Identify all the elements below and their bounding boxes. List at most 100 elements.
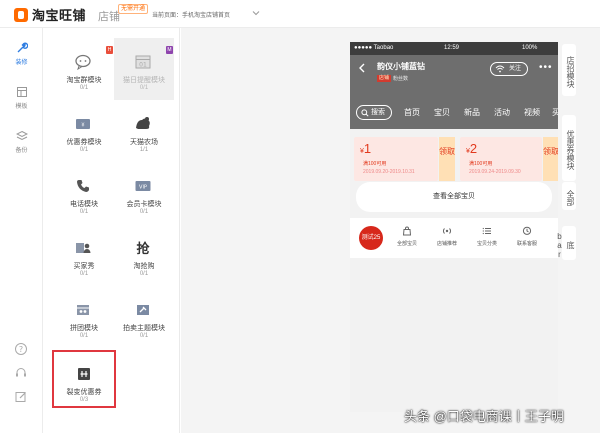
module-name: 天猫农场: [130, 139, 158, 146]
follow-label: 关注: [508, 66, 521, 72]
module-fission-coupon[interactable]: 裂变优惠券 0/3: [52, 350, 116, 408]
coupon-condition: 满100可用: [469, 161, 493, 167]
phone-icon: [72, 176, 94, 196]
right-tab-header-module[interactable]: 店招模块: [562, 44, 576, 96]
bag-icon: [402, 226, 412, 236]
module-name: 买家秀: [73, 263, 95, 270]
module-name: 优惠券模块: [66, 139, 102, 146]
shop-fans-label: 粉丝数: [393, 76, 409, 82]
right-tab-all[interactable]: 全部: [562, 182, 576, 210]
module-vip-card[interactable]: VIP 会员卡模块 0/1: [114, 162, 174, 224]
flash-sale-icon: 抢: [132, 238, 154, 258]
coupon-card[interactable]: ¥1 满100可用 2019.09.20-2019.10.31: [354, 137, 438, 181]
module-reminder[interactable]: M 01 猫日提醒模块 0/1: [114, 38, 174, 100]
coupon-amount: ¥2: [466, 141, 478, 156]
search-icon: [361, 109, 369, 117]
module-count: 0/3: [79, 397, 89, 403]
coupon-icon: ¥: [72, 114, 94, 134]
farm-icon: [132, 114, 154, 134]
module-buyer-show[interactable]: 买家秀 0/1: [54, 224, 114, 286]
module-count: 0/1: [79, 209, 89, 215]
module-name: 猫日提醒模块: [123, 77, 165, 84]
more-icon[interactable]: •••: [539, 63, 553, 73]
svg-text:VIP: VIP: [139, 185, 147, 191]
nav-item-buy[interactable]: 买: [552, 107, 558, 118]
svg-text:抢: 抢: [136, 241, 150, 256]
app-logo[interactable]: 淘宝旺铺: [14, 5, 86, 24]
right-tab-bottom-bar[interactable]: 底bar: [555, 226, 576, 260]
module-flash-sale[interactable]: 抢 淘抢购 0/1: [114, 224, 174, 286]
rail-item-backup[interactable]: 备份: [0, 130, 43, 154]
module-count: 0/1: [79, 271, 89, 277]
nav-item-new[interactable]: 新品: [464, 107, 480, 118]
signal-icon: [495, 65, 505, 73]
fission-coupon-icon: [73, 364, 95, 384]
auction-icon: [132, 300, 154, 320]
modules-panel: H 淘宝群模块 0/1 M 01 猫日提醒模块 0/1 ¥ 优惠券模块 0/1 …: [44, 28, 180, 433]
tab-all-items[interactable]: 全部宝贝: [392, 226, 422, 247]
shop-level-badge: 店铺: [377, 75, 392, 82]
chat-icon: [522, 226, 532, 235]
claim-coupon-button[interactable]: 领取: [439, 137, 455, 181]
coupon-row: ¥1 满100可用 2019.09.20-2019.10.31 领取 ¥2 满1…: [350, 137, 558, 181]
status-battery: 100%: [522, 45, 538, 51]
follow-button[interactable]: 关注: [490, 62, 528, 76]
watermark: 头条 @口袋电商课丨王子明: [404, 409, 564, 424]
tab-shop-recommend[interactable]: 店铺推荐: [432, 226, 462, 247]
module-auction[interactable]: 拍卖主题模块 0/1: [114, 286, 174, 348]
status-carrier: ●●●●● Taobao: [354, 45, 394, 51]
back-arrow-icon[interactable]: [358, 63, 366, 73]
nav-item-events[interactable]: 活动: [494, 107, 510, 118]
current-page-selector[interactable]: 当前页面：手机淘宝店铺首页: [152, 10, 230, 19]
module-name: 拍卖主题模块: [123, 325, 165, 332]
nav-item-home[interactable]: 首页: [404, 107, 420, 118]
app-title: 淘宝旺铺: [32, 8, 87, 23]
coupon-date: 2019.09.20-2019.10.31: [363, 169, 415, 175]
status-time: 12:59: [444, 45, 460, 51]
buyer-show-icon: [72, 238, 94, 258]
shop-badge: 无需开通: [118, 4, 149, 14]
coupon-card[interactable]: ¥2 满100可用 2019.09.24-2019.09.30: [460, 137, 542, 181]
edit-icon[interactable]: [14, 390, 28, 404]
help-icon[interactable]: ?: [14, 342, 28, 356]
tab-label: 全部宝贝: [396, 241, 417, 247]
nav-item-video[interactable]: 视频: [524, 107, 540, 118]
tab-categories[interactable]: 宝贝分类: [472, 226, 502, 247]
left-rail: 装修 模板 备份 ?: [0, 28, 43, 433]
rail-item-template[interactable]: 模板: [0, 86, 43, 110]
module-badge: M: [166, 46, 173, 54]
module-name: 裂变优惠券: [66, 389, 102, 396]
hot-badge: H: [106, 46, 113, 54]
headset-icon[interactable]: [14, 366, 28, 380]
phone-preview: ●●●●● Taobao 12:59 100% 韵仪小铺蓝钻 店铺 粉丝数 关注…: [350, 42, 558, 412]
list-icon: [482, 227, 491, 235]
module-name: 电话模块: [70, 201, 98, 208]
vip-card-icon: VIP: [132, 176, 154, 196]
svg-text:¥: ¥: [81, 123, 84, 129]
nav-item-products[interactable]: 宝贝: [434, 107, 450, 118]
claim-coupon-button[interactable]: 领取: [543, 137, 558, 181]
module-phone[interactable]: 电话模块 0/1: [54, 162, 114, 224]
module-count: 1/1: [139, 147, 149, 153]
chevron-down-icon[interactable]: [252, 9, 260, 17]
view-all-items-button[interactable]: 查看全部宝贝: [356, 182, 552, 212]
rail-item-decorate[interactable]: 装修: [0, 42, 43, 66]
module-count: 0/1: [79, 333, 89, 339]
shop-tab-bar: 测试25 全部宝贝 店铺推荐 宝贝分类 联系客服: [350, 218, 558, 258]
tab-label: 店铺推荐: [436, 241, 457, 247]
promo-badge[interactable]: 测试25: [359, 226, 383, 250]
coupon-amount: ¥1: [360, 141, 372, 156]
rail-item-label: 装修: [15, 60, 28, 66]
shop-search-button[interactable]: 搜索: [356, 105, 392, 120]
module-coupon[interactable]: ¥ 优惠券模块 0/1: [54, 100, 114, 162]
rail-item-label: 备份: [15, 148, 28, 154]
module-group-buy[interactable]: 拼团模块 0/1: [54, 286, 114, 348]
tab-contact-support[interactable]: 联系客服: [512, 226, 542, 247]
layers-icon: [15, 130, 28, 141]
module-name: 淘抢购: [133, 263, 155, 270]
shop-tab[interactable]: 店铺: [98, 8, 120, 24]
module-count: 0/1: [139, 333, 149, 339]
right-tab-coupon-module[interactable]: 优惠券模块: [562, 115, 576, 181]
module-taobao-group[interactable]: H 淘宝群模块 0/1: [54, 38, 114, 100]
module-tmall-farm[interactable]: 天猫农场 1/1: [114, 100, 174, 162]
